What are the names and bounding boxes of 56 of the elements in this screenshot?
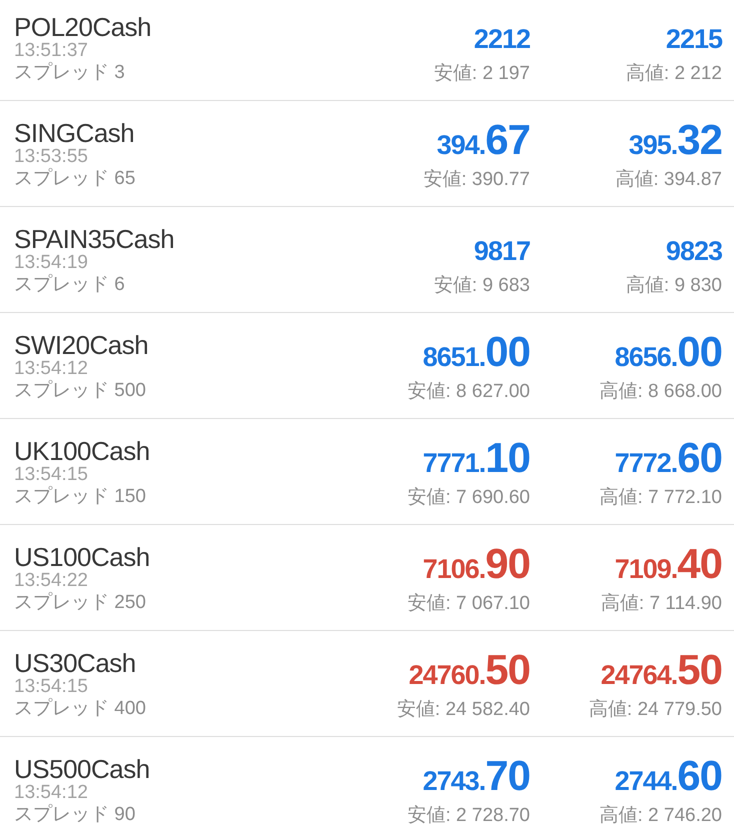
- symbol-name: UK100Cash: [14, 437, 150, 465]
- quote-time: 13:54:12: [14, 783, 88, 803]
- bid-price: 2743.70: [422, 754, 530, 798]
- quote-time: 13:54:15: [14, 677, 88, 697]
- low-price: 安値: 9 683: [434, 274, 530, 298]
- bid-price: 24760.50: [408, 648, 530, 692]
- symbol-name: SWI20Cash: [14, 331, 148, 359]
- bid-price: 2212: [474, 23, 530, 56]
- spread-text: スプレッド 6: [14, 273, 125, 297]
- high-price: 高値: 7 772.10: [599, 486, 722, 510]
- quote-time: 13:54:15: [14, 465, 88, 485]
- spread-text: スプレッド 500: [14, 379, 146, 403]
- symbol-name: POL20Cash: [14, 13, 152, 41]
- spread-text: スプレッド 3: [14, 61, 125, 85]
- ask-price: 8656.00: [614, 330, 722, 374]
- symbol-name: US100Cash: [14, 543, 150, 571]
- low-price: 安値: 7 067.10: [407, 592, 530, 616]
- bid-price: 7771.10: [422, 436, 530, 480]
- ask-price: 2744.60: [614, 754, 722, 798]
- quote-time: 13:54:22: [14, 571, 88, 591]
- ask-price: 24764.50: [600, 648, 722, 692]
- spread-text: スプレッド 250: [14, 591, 146, 615]
- spread-text: スプレッド 65: [14, 167, 136, 191]
- ask-price: 7109.40: [614, 542, 722, 586]
- high-price: 高値: 8 668.00: [599, 380, 722, 404]
- bid-price: 9817: [474, 235, 530, 268]
- spread-text: スプレッド 150: [14, 485, 146, 509]
- bid-price: 7106.90: [422, 542, 530, 586]
- low-price: 安値: 7 690.60: [407, 486, 530, 510]
- bid-price: 8651.00: [422, 330, 530, 374]
- high-price: 高値: 7 114.90: [600, 592, 722, 616]
- high-price: 高値: 2 746.20: [599, 804, 722, 828]
- low-price: 安値: 390.77: [423, 168, 530, 192]
- low-price: 安値: 24 582.40: [396, 698, 530, 722]
- quote-time: 13:54:19: [14, 253, 88, 273]
- ask-price: 9823: [666, 235, 722, 268]
- low-price: 安値: 2 197: [434, 62, 530, 86]
- symbol-name: SPAIN35Cash: [14, 225, 174, 253]
- ask-price: 2215: [666, 23, 722, 56]
- high-price: 高値: 24 779.50: [588, 698, 722, 722]
- symbol-name: US500Cash: [14, 755, 150, 783]
- high-price: 高値: 9 830: [626, 274, 722, 298]
- bid-price: 394.67: [436, 118, 530, 162]
- high-price: 高値: 394.87: [615, 168, 722, 192]
- quote-time: 13:54:12: [14, 359, 88, 379]
- symbol-name: US30Cash: [14, 649, 136, 677]
- quote-time: 13:51:37: [14, 41, 88, 61]
- ask-price: 7772.60: [614, 436, 722, 480]
- low-price: 安値: 8 627.00: [407, 380, 530, 404]
- low-price: 安値: 2 728.70: [407, 804, 530, 828]
- spread-text: スプレッド 90: [14, 803, 136, 827]
- symbol-name: SINGCash: [14, 119, 134, 147]
- quote-time: 13:53:55: [14, 147, 88, 167]
- spread-text: スプレッド 400: [14, 697, 146, 721]
- ask-price: 395.32: [628, 118, 722, 162]
- high-price: 高値: 2 212: [626, 62, 722, 86]
